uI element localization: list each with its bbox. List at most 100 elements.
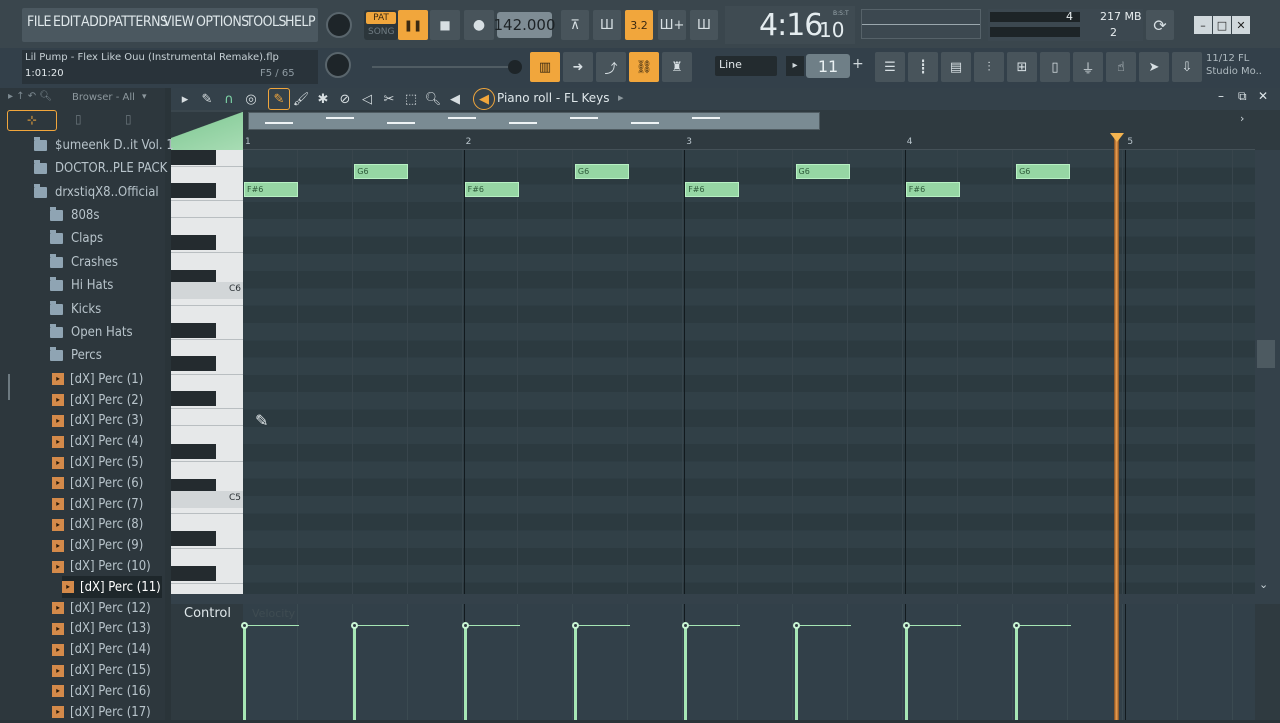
white-key[interactable] bbox=[171, 200, 243, 201]
browser-icon[interactable]: ⊞ bbox=[1007, 52, 1037, 82]
browser-file[interactable]: ▸ [dX] Perc (5) bbox=[52, 452, 143, 474]
channel-rack-icon[interactable]: ▤ bbox=[941, 52, 971, 82]
browser-file[interactable]: ▸ [dX] Perc (12) bbox=[52, 597, 151, 619]
note[interactable]: F#6 bbox=[905, 182, 960, 197]
browser-file[interactable]: ▸ [dX] Perc (7) bbox=[52, 493, 143, 515]
browser-folder[interactable]: DOCTOR..PLE PACK bbox=[34, 158, 167, 180]
browser-folder[interactable]: Claps bbox=[50, 228, 103, 250]
browser-scrollbar[interactable] bbox=[8, 374, 10, 400]
velocity-handle[interactable] bbox=[461, 622, 469, 629]
note[interactable]: G6 bbox=[1016, 164, 1071, 179]
snap-increment-button[interactable]: + bbox=[852, 56, 866, 76]
note[interactable]: F#6 bbox=[685, 182, 740, 197]
browser-file[interactable]: ▸ [dX] Perc (1) bbox=[52, 368, 143, 390]
overview-scrollbar[interactable] bbox=[248, 112, 820, 130]
playlist-icon[interactable]: ☰ bbox=[875, 52, 905, 82]
snap-prev-button[interactable]: ▸ bbox=[786, 56, 804, 76]
playback-icon[interactable]: ◎ bbox=[242, 90, 260, 108]
browser-folder[interactable]: Hi Hats bbox=[50, 275, 113, 297]
instrument-icon[interactable]: ◀ bbox=[473, 88, 495, 110]
velocity-bar[interactable] bbox=[353, 627, 357, 720]
playhead-triangle-icon[interactable] bbox=[1110, 133, 1124, 142]
touch-icon[interactable]: ☝ bbox=[1106, 52, 1136, 82]
browser-file[interactable]: ▸ [dX] Perc (6) bbox=[52, 472, 143, 494]
mute-tool-icon[interactable]: ⊘ bbox=[336, 90, 354, 108]
velocity-bar[interactable] bbox=[684, 627, 688, 720]
zoom-tool-icon[interactable]: 🔍︎ bbox=[424, 90, 442, 108]
white-key[interactable] bbox=[171, 166, 243, 167]
menu-patterns[interactable]: PATTERNS bbox=[108, 14, 168, 30]
browser-starred-tab[interactable]: ▯ bbox=[125, 112, 132, 126]
pr-maximize-icon[interactable]: ⧉ bbox=[1238, 89, 1247, 104]
maximize-icon[interactable]: □ bbox=[1213, 16, 1231, 34]
close-icon[interactable]: ✕ bbox=[1232, 16, 1250, 34]
wrench-icon[interactable]: ✎ bbox=[198, 90, 216, 108]
white-key[interactable] bbox=[171, 408, 243, 409]
white-key[interactable] bbox=[171, 583, 243, 584]
menu-file[interactable]: FILE bbox=[27, 14, 51, 30]
white-key[interactable] bbox=[171, 548, 243, 549]
browser-folder[interactable]: Percs bbox=[50, 345, 102, 367]
minimize-icon[interactable]: – bbox=[1194, 16, 1212, 34]
velocity-bar[interactable] bbox=[904, 627, 908, 720]
white-key[interactable] bbox=[171, 305, 243, 306]
menu-help[interactable]: HELP bbox=[285, 14, 316, 30]
time-display[interactable]: 4:16 10 B:S:T bbox=[725, 6, 855, 44]
browser-file[interactable]: ▸ [dX] Perc (10) bbox=[52, 556, 151, 578]
title-arrow-icon[interactable]: ▸ bbox=[618, 91, 624, 104]
black-key[interactable] bbox=[171, 356, 216, 371]
paint-tool-icon[interactable]: 🖌︎ bbox=[292, 90, 310, 108]
black-key[interactable] bbox=[171, 235, 216, 250]
stamp-icon[interactable]: ♜ bbox=[662, 52, 692, 82]
velocity-handle[interactable] bbox=[571, 622, 579, 629]
pause-button[interactable]: ❚❚ bbox=[398, 10, 428, 40]
browser-folder[interactable]: 808s bbox=[50, 205, 99, 227]
black-key[interactable] bbox=[171, 391, 216, 406]
note[interactable]: F#6 bbox=[244, 182, 299, 197]
white-key[interactable] bbox=[171, 339, 243, 340]
piano-roll-menu-icon[interactable]: ▸ bbox=[176, 90, 194, 108]
loop-record-icon[interactable]: Ш bbox=[690, 10, 718, 40]
browser-nav-icons[interactable]: ▸ ↑ ↶ 🔍︎ bbox=[8, 91, 52, 102]
wait-input-icon[interactable]: Ш bbox=[593, 10, 621, 40]
slip-tool-icon[interactable]: ◁ bbox=[358, 90, 376, 108]
browser-options-icon[interactable]: ▾ bbox=[142, 92, 147, 102]
vertical-scrollbar[interactable]: ⌄ bbox=[1255, 150, 1280, 594]
master-volume-knob[interactable] bbox=[326, 12, 352, 38]
browser-folder[interactable]: Kicks bbox=[50, 298, 101, 320]
draw-tool-icon[interactable]: ✎ bbox=[268, 88, 290, 110]
magnet-icon[interactable]: ∩ bbox=[220, 90, 238, 108]
timeline-ruler[interactable] bbox=[243, 133, 1255, 150]
countdown-icon[interactable]: 3.2 bbox=[625, 10, 653, 40]
note[interactable]: G6 bbox=[354, 164, 409, 179]
browser-file[interactable]: ▸ [dX] Perc (14) bbox=[52, 639, 151, 661]
piano-roll-icon[interactable]: ┋ bbox=[908, 52, 938, 82]
pattern-slider[interactable] bbox=[372, 66, 512, 68]
browser-tree-tab[interactable]: ⊹ bbox=[7, 110, 57, 131]
note[interactable]: F#6 bbox=[464, 182, 519, 197]
menu-add[interactable]: ADD bbox=[81, 14, 108, 30]
note-grid[interactable] bbox=[243, 150, 1255, 594]
snap-value[interactable]: 11 bbox=[806, 54, 850, 78]
pat-mode-button[interactable]: PAT bbox=[366, 12, 396, 24]
song-position-marker[interactable] bbox=[1114, 133, 1119, 720]
velocity-handle[interactable] bbox=[241, 622, 248, 629]
arrow-right-icon[interactable]: ➜ bbox=[563, 52, 593, 82]
black-key[interactable] bbox=[171, 323, 216, 338]
velocity-bar[interactable] bbox=[463, 627, 467, 720]
browser-folder[interactable]: Open Hats bbox=[50, 322, 133, 344]
pick-icon[interactable]: ➤ bbox=[1139, 52, 1169, 82]
browser-files-tab[interactable]: ▯ bbox=[75, 112, 82, 126]
velocity-bar[interactable] bbox=[794, 627, 798, 720]
white-key[interactable] bbox=[171, 425, 243, 426]
file-icon[interactable]: ▯ bbox=[1040, 52, 1070, 82]
browser-folder[interactable]: Crashes bbox=[50, 251, 118, 273]
step-edit-icon[interactable]: Ш+ bbox=[658, 10, 686, 40]
browser-file[interactable]: ▸ [dX] Perc (3) bbox=[52, 410, 143, 432]
black-key[interactable] bbox=[171, 531, 216, 546]
black-key[interactable] bbox=[171, 444, 216, 459]
stop-button[interactable]: ■ bbox=[430, 10, 460, 40]
velocity-handle[interactable] bbox=[792, 622, 800, 629]
pencil-icon[interactable]: ⤴ bbox=[596, 52, 626, 82]
white-key[interactable] bbox=[171, 461, 243, 462]
